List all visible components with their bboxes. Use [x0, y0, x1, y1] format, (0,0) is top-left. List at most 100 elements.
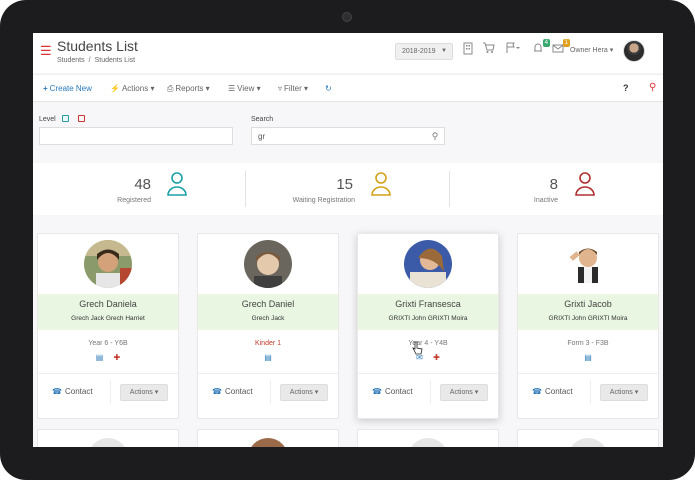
id-card-icon[interactable]: ▤: [584, 353, 592, 362]
breadcrumb-current: Students List: [94, 57, 136, 64]
menu-icon[interactable]: ☰: [40, 43, 52, 59]
student-class: Year 6 - Y6B: [88, 340, 128, 347]
search-input[interactable]: [251, 127, 445, 145]
student-photo[interactable]: [248, 438, 288, 447]
level-filter-label: Level: [39, 115, 85, 123]
create-new-label: Create New: [49, 84, 92, 93]
breadcrumb-students[interactable]: Students: [57, 57, 85, 64]
waiting-label: Waiting Registration: [292, 197, 355, 204]
user-avatar[interactable]: [623, 40, 645, 62]
reports-menu-label: Reports: [175, 84, 204, 93]
medical-kit-icon[interactable]: ✚: [114, 353, 121, 362]
page-title: Students List: [57, 38, 138, 54]
registered-count: 48: [134, 176, 151, 193]
student-class: Year 4 - Y4B: [408, 340, 448, 347]
building-icon[interactable]: [461, 42, 475, 56]
actions-menu[interactable]: ⚡ Actions ▾: [110, 84, 154, 93]
flag-icon[interactable]: [505, 42, 520, 56]
contact-button[interactable]: ☎ Contact: [52, 387, 93, 396]
chevron-down-icon: ▾: [634, 389, 639, 396]
bolt-icon: ⚡: [110, 84, 120, 93]
user-icon: [371, 172, 391, 196]
filter-menu[interactable]: ▿ Filter ▾: [278, 84, 308, 93]
card-actions-label: Actions: [609, 389, 633, 396]
name-band: Grech Daniel Grech Jack: [198, 294, 338, 330]
card-actions-button[interactable]: Actions ▾: [440, 384, 488, 401]
button-divider: [270, 380, 271, 404]
stat-divider: [245, 171, 246, 207]
year-select-value: 2018-2019: [402, 48, 436, 55]
contact-button[interactable]: ☎ Contact: [212, 387, 253, 396]
notifications-icon[interactable]: 4: [531, 39, 550, 56]
search-icon[interactable]: ⚲: [649, 82, 656, 93]
inactive-count: 8: [549, 176, 558, 193]
student-card[interactable]: Grixti Jacob GRIXTI John GRIXTI Moira Fo…: [517, 233, 659, 419]
student-photo[interactable]: [88, 438, 128, 447]
stats-panel: 48 Registered 15 Waiting Registration 8 …: [33, 163, 663, 215]
view-menu[interactable]: ☰ View ▾: [228, 84, 261, 93]
card-actions-button[interactable]: Actions ▾: [120, 384, 168, 401]
year-select[interactable]: 2018-2019 ▼: [395, 43, 453, 60]
registered-label: Registered: [117, 197, 151, 204]
user-menu[interactable]: Owner Hera ▾: [570, 46, 613, 54]
student-photo[interactable]: [84, 240, 132, 288]
student-photo[interactable]: [568, 438, 608, 447]
view-menu-label: View: [237, 84, 255, 93]
student-photo[interactable]: [564, 240, 612, 288]
inactive-label: Inactive: [533, 197, 558, 204]
name-band: Grech Daniela Grech Jack Grech Harriet: [38, 294, 178, 330]
app-screen: ☰ Students List Students / Students List 2…: [33, 33, 663, 447]
student-photo[interactable]: [244, 240, 292, 288]
student-parents: Grech Jack: [251, 315, 285, 322]
funnel-icon: ▿: [278, 84, 283, 93]
student-name[interactable]: Grixti Jacob: [518, 299, 658, 309]
reports-menu[interactable]: ⎙ Reports ▾: [167, 84, 210, 94]
messages-icon[interactable]: 1: [551, 39, 570, 56]
user-icon: [167, 172, 187, 196]
camera: [342, 12, 352, 22]
student-name[interactable]: Grech Daniela: [38, 299, 178, 309]
card-divider: [518, 373, 658, 374]
stat-divider: [449, 171, 450, 207]
refresh-icon[interactable]: ↻: [325, 84, 332, 93]
student-card[interactable]: Grech Daniel Grech Jack Kinder 1 ▤ ☎ Cont…: [197, 233, 339, 419]
uncheck-all-checkbox[interactable]: [77, 115, 85, 122]
contact-button[interactable]: ☎ Contact: [372, 387, 413, 396]
id-card-icon[interactable]: ▤: [96, 353, 104, 362]
help-icon[interactable]: ?: [623, 83, 629, 93]
student-card[interactable]: [517, 429, 659, 447]
student-class: Form 3 - F3B: [567, 340, 609, 347]
student-card[interactable]: Grixti Fransesca GRIXTI John GRIXTI Moir…: [357, 233, 499, 419]
card-actions-button[interactable]: Actions ▾: [600, 384, 648, 401]
waiting-count: 15: [336, 176, 353, 193]
card-icons: ▤ ✚: [38, 353, 178, 362]
search-icon[interactable]: ⚲: [426, 128, 444, 144]
card-actions-label: Actions: [449, 389, 473, 396]
student-photo[interactable]: [404, 240, 452, 288]
student-name[interactable]: Grixti Fransesca: [358, 299, 498, 309]
notification-count-badge: 4: [542, 39, 550, 47]
check-all-checkbox[interactable]: [61, 115, 69, 122]
chevron-down-icon: ▾: [256, 84, 261, 93]
student-card[interactable]: [37, 429, 179, 447]
name-band: Grixti Jacob GRIXTI John GRIXTI Moira: [518, 294, 658, 330]
student-class: Kinder 1: [254, 340, 282, 347]
student-name[interactable]: Grech Daniel: [198, 299, 338, 309]
create-new-button[interactable]: + Create New: [43, 84, 92, 93]
student-card[interactable]: [357, 429, 499, 447]
student-photo[interactable]: [408, 438, 448, 447]
id-card-icon[interactable]: ▤: [264, 353, 272, 362]
contact-button[interactable]: ☎ Contact: [532, 387, 573, 396]
user-icon: [575, 172, 595, 196]
phone-icon: ☎: [52, 387, 62, 396]
cart-icon[interactable]: [481, 42, 495, 56]
card-actions-label: Actions: [129, 389, 153, 396]
phone-icon: ☎: [532, 387, 542, 396]
student-card[interactable]: [197, 429, 339, 447]
medical-kit-icon[interactable]: ✚: [433, 353, 440, 362]
student-card[interactable]: Grech Daniela Grech Jack Grech Harriet Y…: [37, 233, 179, 419]
card-actions-button[interactable]: Actions ▾: [280, 384, 328, 401]
card-icons: ▤: [518, 353, 658, 362]
level-select[interactable]: [39, 127, 233, 145]
contact-label: Contact: [544, 387, 573, 396]
